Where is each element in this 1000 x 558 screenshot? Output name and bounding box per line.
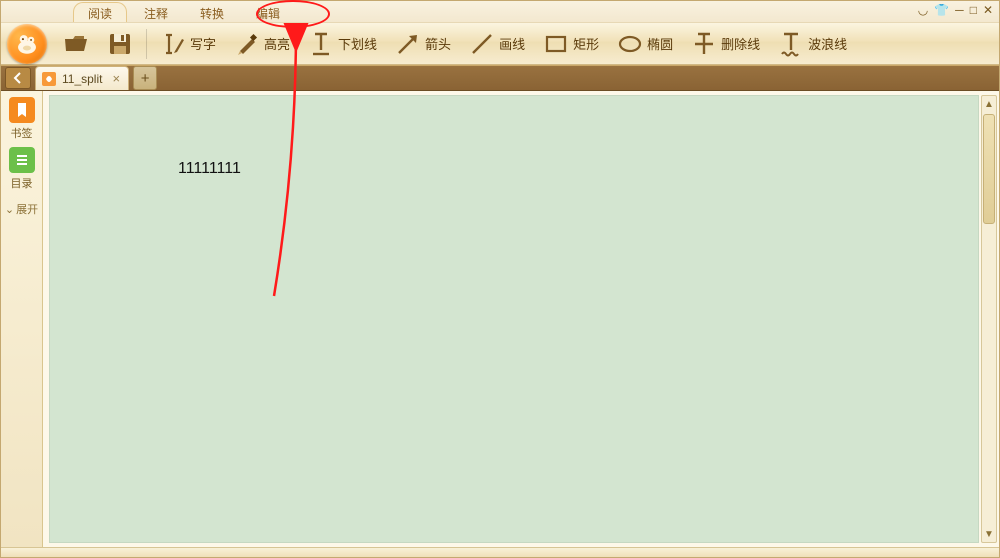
document-tab-strip: 11_split × + — [1, 65, 999, 91]
scroll-down-icon[interactable]: ▼ — [982, 526, 996, 542]
squiggly-icon — [778, 31, 804, 57]
skin-icon[interactable]: ◡ — [918, 3, 928, 17]
underline-icon — [308, 31, 334, 57]
side-panel: 书签 目录 ⌄ 展开 — [1, 91, 43, 547]
close-icon[interactable]: ✕ — [983, 3, 993, 17]
document-text: 11111111 — [178, 160, 241, 178]
rectangle-button[interactable]: 矩形 — [535, 25, 607, 63]
write-text-label: 写字 — [190, 34, 216, 53]
chevron-down-icon: ⌄ — [5, 203, 14, 216]
ellipse-label: 椭圆 — [647, 34, 673, 53]
new-tab-button[interactable]: + — [133, 66, 157, 90]
scroll-thumb[interactable] — [983, 114, 995, 224]
save-button[interactable] — [99, 25, 141, 63]
ellipse-button[interactable]: 椭圆 — [609, 25, 681, 63]
underline-label: 下划线 — [338, 34, 377, 53]
draw-line-button[interactable]: 画线 — [461, 25, 533, 63]
rectangle-icon — [543, 31, 569, 57]
arrow-button[interactable]: 箭头 — [387, 25, 459, 63]
minimize-icon[interactable]: ─ — [955, 3, 964, 17]
document-tab-title: 11_split — [62, 72, 102, 86]
app-logo[interactable] — [7, 24, 47, 64]
arrow-label: 箭头 — [425, 34, 451, 53]
highlighter-icon — [234, 31, 260, 57]
nav-back-button[interactable] — [5, 67, 31, 89]
sidebar-expand-label: 展开 — [16, 201, 38, 217]
rectangle-label: 矩形 — [573, 34, 599, 53]
document-viewport: 11111111 ▲ ▼ — [43, 91, 999, 547]
toc-icon — [9, 147, 35, 173]
strikethrough-icon — [691, 31, 717, 57]
text-cursor-icon — [160, 31, 186, 57]
folder-open-icon — [63, 31, 89, 57]
toolbar: 写字 高亮 下划线 箭头 画线 矩形 椭圆 — [1, 23, 999, 65]
main-area: 书签 目录 ⌄ 展开 11111111 ▲ ▼ — [1, 91, 999, 547]
strikethrough-label: 删除线 — [721, 34, 760, 53]
save-icon — [107, 31, 133, 57]
scroll-up-icon[interactable]: ▲ — [982, 96, 996, 112]
ellipse-icon — [617, 31, 643, 57]
underline-button[interactable]: 下划线 — [300, 25, 385, 63]
highlighter-button[interactable]: 高亮 — [226, 25, 298, 63]
sidebar-item-bookmark[interactable]: 书签 — [6, 97, 38, 141]
squiggly-label: 波浪线 — [808, 34, 847, 53]
arrow-icon — [395, 31, 421, 57]
line-icon — [469, 31, 495, 57]
status-bar — [1, 547, 999, 557]
highlighter-label: 高亮 — [264, 34, 290, 53]
open-button[interactable] — [55, 25, 97, 63]
maximize-icon[interactable]: □ — [970, 3, 977, 17]
doc-badge-icon — [42, 72, 56, 86]
document-page[interactable]: 11111111 — [49, 95, 979, 543]
write-text-button[interactable]: 写字 — [152, 25, 224, 63]
menu-tab-annotate[interactable]: 注释 — [129, 2, 183, 22]
tab-close-icon[interactable]: × — [108, 71, 124, 86]
squiggly-button[interactable]: 波浪线 — [770, 25, 855, 63]
sidebar-expand[interactable]: ⌄ 展开 — [5, 201, 38, 217]
sidebar-bookmark-label: 书签 — [11, 125, 33, 141]
draw-line-label: 画线 — [499, 34, 525, 53]
document-tab[interactable]: 11_split × — [35, 66, 129, 90]
sidebar-toc-label: 目录 — [11, 175, 33, 191]
vertical-scrollbar[interactable]: ▲ ▼ — [981, 95, 997, 543]
menu-bar: 阅读 注释 转换 编辑 ◡ 👕 ─ □ ✕ — [1, 1, 999, 23]
menu-tab-read[interactable]: 阅读 — [73, 2, 127, 22]
shirt-icon[interactable]: 👕 — [934, 3, 949, 17]
menu-tab-convert[interactable]: 转换 — [185, 2, 239, 22]
bookmark-icon — [9, 97, 35, 123]
strikethrough-button[interactable]: 删除线 — [683, 25, 768, 63]
sidebar-item-toc[interactable]: 目录 — [6, 147, 38, 191]
menu-tab-edit[interactable]: 编辑 — [241, 2, 295, 22]
